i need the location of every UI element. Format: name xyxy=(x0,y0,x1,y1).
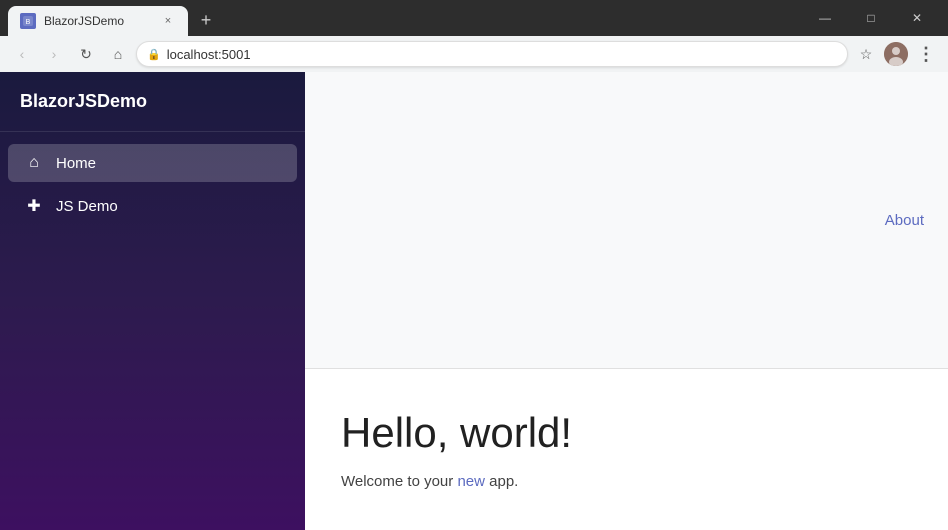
sidebar-item-jsdemo[interactable]: ✚ JS Demo xyxy=(8,186,297,226)
sidebar-item-jsdemo-label: JS Demo xyxy=(56,198,118,215)
lock-icon: 🔒 xyxy=(147,48,161,61)
back-button[interactable]: ‹ xyxy=(8,40,36,68)
sidebar-header: BlazorJSDemo xyxy=(0,72,305,132)
dots-icon: ⋮ xyxy=(917,44,935,65)
app-layout: BlazorJSDemo ⌂ Home ✚ JS Demo About Hell… xyxy=(0,72,948,530)
refresh-button[interactable]: ↻ xyxy=(72,40,100,68)
forward-button[interactable]: › xyxy=(40,40,68,68)
app-title: BlazorJSDemo xyxy=(20,91,147,112)
star-icon: ☆ xyxy=(860,46,873,63)
page-heading: Hello, world! xyxy=(341,409,912,457)
browser-chrome: B BlazorJSDemo × + — □ ✕ ‹ › ↻ ⌂ 🔒 local… xyxy=(0,0,948,72)
sidebar-nav: ⌂ Home ✚ JS Demo xyxy=(0,132,305,238)
tab-bar: B BlazorJSDemo × + — □ ✕ xyxy=(0,0,948,36)
address-right-icons: ☆ ⋮ xyxy=(852,40,940,68)
active-tab[interactable]: B BlazorJSDemo × xyxy=(8,6,188,36)
sidebar-item-home[interactable]: ⌂ Home xyxy=(8,144,297,182)
menu-button[interactable]: ⋮ xyxy=(912,40,940,68)
avatar xyxy=(884,42,908,66)
sidebar: BlazorJSDemo ⌂ Home ✚ JS Demo xyxy=(0,72,305,530)
close-button[interactable]: ✕ xyxy=(894,0,940,36)
page-subtitle: Welcome to your new app. xyxy=(341,473,912,490)
content-area: Hello, world! Welcome to your new app. xyxy=(305,369,948,530)
maximize-button[interactable]: □ xyxy=(848,0,894,36)
profile-button[interactable] xyxy=(882,40,910,68)
address-input[interactable]: 🔒 localhost:5001 xyxy=(136,41,848,67)
subtitle-before: Welcome to your xyxy=(341,473,457,490)
app-topbar: About xyxy=(305,72,948,369)
about-link[interactable]: About xyxy=(885,212,924,229)
plus-icon: ✚ xyxy=(24,196,44,216)
home-icon: ⌂ xyxy=(24,154,44,172)
subtitle-highlight: new xyxy=(457,473,485,490)
tab-favicon: B xyxy=(20,13,36,29)
subtitle-after: app. xyxy=(485,473,518,490)
tab-close-button[interactable]: × xyxy=(160,13,176,29)
minimize-button[interactable]: — xyxy=(802,0,848,36)
url-text: localhost:5001 xyxy=(167,47,251,62)
star-button[interactable]: ☆ xyxy=(852,40,880,68)
tab-title: BlazorJSDemo xyxy=(44,14,152,28)
home-button[interactable]: ⌂ xyxy=(104,40,132,68)
window-controls: — □ ✕ xyxy=(802,0,940,36)
svg-text:B: B xyxy=(26,19,31,26)
new-tab-button[interactable]: + xyxy=(192,6,220,34)
sidebar-item-home-label: Home xyxy=(56,155,96,172)
main-content: About Hello, world! Welcome to your new … xyxy=(305,72,948,530)
address-bar: ‹ › ↻ ⌂ 🔒 localhost:5001 ☆ ⋮ xyxy=(0,36,948,72)
